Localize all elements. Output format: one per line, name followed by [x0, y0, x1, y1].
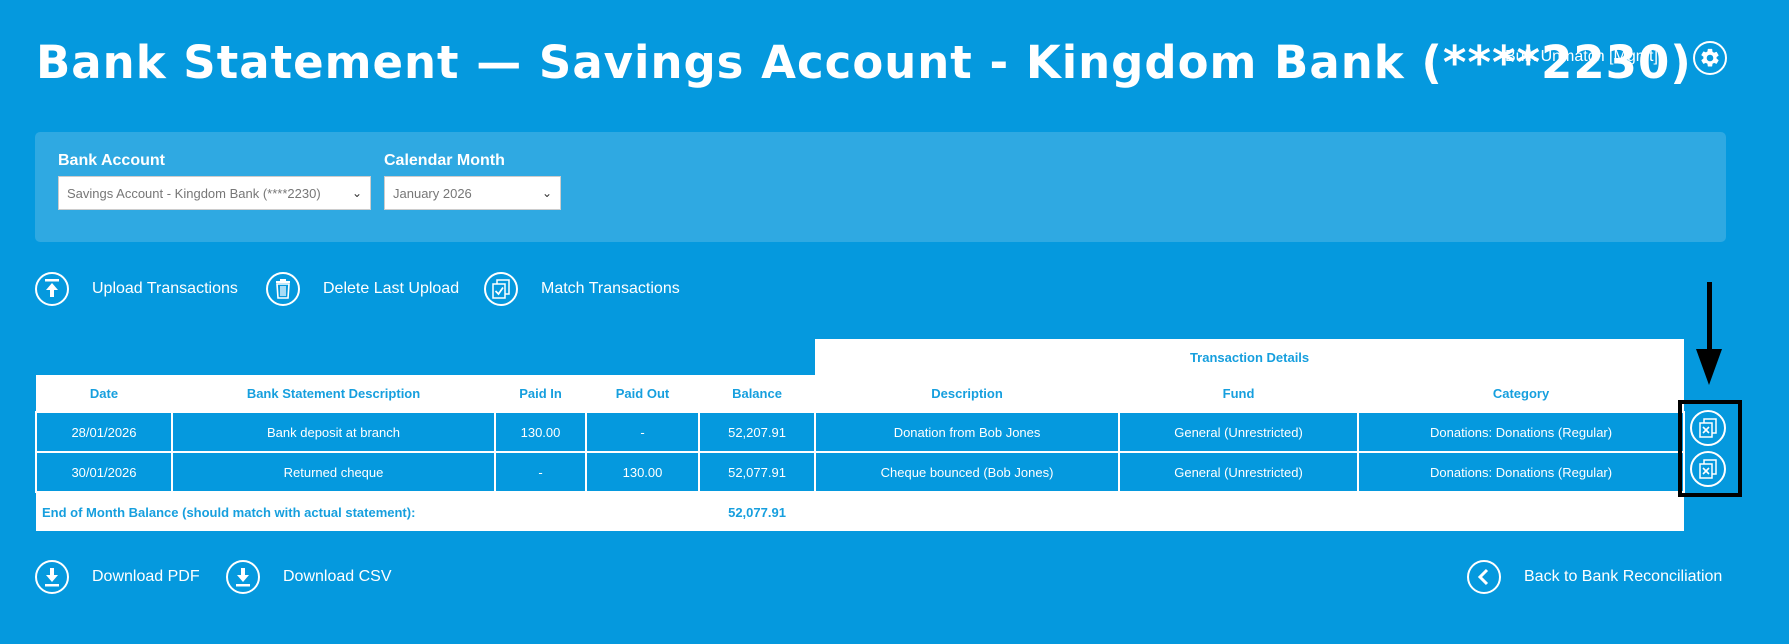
cell-description: Cheque bounced (Bob Jones) [814, 451, 1121, 493]
upload-transactions-label: Upload Transactions [92, 280, 238, 297]
calendar-month-filter: Calendar Month January 2026 ⌄ [384, 152, 561, 210]
cell-balance: 52,207.91 [697, 411, 817, 453]
gear-icon [1701, 48, 1719, 67]
unmatch-icon [1699, 418, 1717, 438]
unmatch-icon [1699, 459, 1717, 479]
end-of-month-spacer [815, 492, 1685, 531]
cell-paid-out: - [585, 411, 700, 453]
cell-fund: General (Unrestricted) [1118, 411, 1360, 453]
bank-account-label: Bank Account [58, 152, 165, 169]
annotation-arrow-head [1696, 349, 1722, 385]
back-to-reconciliation-label: Back to Bank Reconciliation [1524, 568, 1723, 585]
upload-transactions-button[interactable]: Upload Transactions [35, 272, 238, 306]
download-pdf-button[interactable]: Download PDF [35, 560, 200, 594]
filter-panel: Bank Account Savings Account - Kingdom B… [35, 132, 1726, 242]
unmatch-button[interactable] [1690, 410, 1726, 446]
column-header-bank-description: Bank Statement Description [172, 375, 495, 412]
cell-balance: 52,077.91 [697, 451, 817, 493]
bank-account-value: Savings Account - Kingdom Bank (****2230… [67, 185, 321, 201]
match-transactions-label: Match Transactions [541, 280, 680, 297]
chevron-down-icon: ⌄ [541, 186, 552, 200]
column-header-paid-in: Paid In [495, 375, 586, 412]
cell-category: Donations: Donations (Regular) [1357, 411, 1686, 453]
bulk-unmatch-link[interactable]: Bulk Unmatch [Mgmt] [1505, 48, 1658, 66]
chevron-down-icon: ⌄ [351, 186, 362, 200]
cell-paid-in: 130.00 [494, 411, 587, 453]
match-transactions-button[interactable]: Match Transactions [484, 272, 680, 306]
column-header-fund: Fund [1119, 375, 1359, 412]
download-csv-label: Download CSV [283, 568, 392, 585]
page-title: Bank Statement — Savings Account - Kingd… [36, 36, 1692, 89]
clipboard-check-icon [484, 272, 518, 306]
cell-fund: General (Unrestricted) [1118, 451, 1360, 493]
cell-paid-out: 130.00 [585, 451, 700, 493]
download-csv-button[interactable]: Download CSV [226, 560, 392, 594]
table-row: 30/01/2026 Returned cheque - 130.00 52,0… [35, 451, 1686, 493]
bank-account-filter: Bank Account Savings Account - Kingdom B… [58, 152, 371, 210]
delete-last-upload-label: Delete Last Upload [323, 280, 460, 297]
delete-last-upload-button[interactable]: Delete Last Upload [266, 272, 459, 306]
transaction-details-header: Transaction Details [815, 339, 1685, 375]
column-header-row: Date Bank Statement Description Paid In … [36, 375, 1685, 412]
upload-icon [35, 272, 69, 306]
back-to-reconciliation-button[interactable]: Back to Bank Reconciliation [1467, 560, 1722, 594]
cell-bank-description: Returned cheque [171, 451, 496, 493]
group-header-spacer [36, 339, 815, 375]
chevron-left-icon [1467, 560, 1501, 594]
end-of-month-balance: 52,077.91 [699, 492, 816, 531]
table-row: 28/01/2026 Bank deposit at branch 130.00… [35, 411, 1686, 453]
group-header-row: Transaction Details [36, 339, 1685, 375]
transactions-table: Transaction Details Date Bank Statement … [35, 339, 1686, 531]
cell-paid-in: - [494, 451, 587, 493]
cell-bank-description: Bank deposit at branch [171, 411, 496, 453]
bank-account-select[interactable]: Savings Account - Kingdom Bank (****2230… [58, 176, 371, 210]
column-header-description: Description [815, 375, 1120, 412]
cell-description: Donation from Bob Jones [814, 411, 1121, 453]
calendar-month-label: Calendar Month [384, 152, 505, 169]
column-header-date: Date [36, 375, 172, 412]
column-header-paid-out: Paid Out [586, 375, 699, 412]
end-of-month-row: End of Month Balance (should match with … [36, 492, 1685, 531]
download-pdf-label: Download PDF [92, 568, 200, 585]
column-header-balance: Balance [699, 375, 816, 412]
settings-button[interactable] [1693, 41, 1727, 75]
cell-category: Donations: Donations (Regular) [1357, 451, 1686, 493]
unmatch-button[interactable] [1690, 451, 1726, 487]
cell-date: 28/01/2026 [35, 411, 173, 453]
download-icon [35, 560, 69, 594]
calendar-month-select[interactable]: January 2026 ⌄ [384, 176, 561, 210]
cell-date: 30/01/2026 [35, 451, 173, 493]
download-icon [226, 560, 260, 594]
end-of-month-label: End of Month Balance (should match with … [36, 492, 699, 531]
annotation-arrow-shaft [1707, 282, 1712, 352]
column-header-category: Category [1358, 375, 1685, 412]
trash-icon [266, 272, 300, 306]
calendar-month-value: January 2026 [393, 185, 472, 201]
